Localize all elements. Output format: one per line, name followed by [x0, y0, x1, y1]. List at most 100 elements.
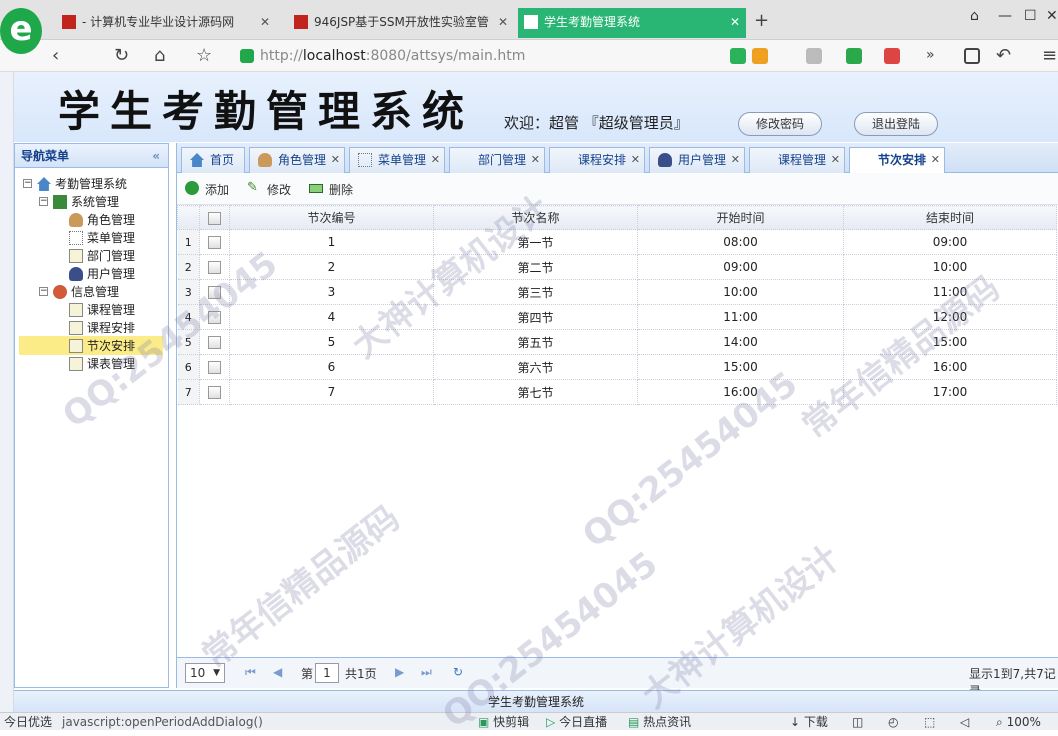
translate-icon[interactable] — [884, 48, 900, 64]
column-header[interactable]: 节次名称 — [433, 205, 638, 230]
prev-page-icon[interactable]: ◀ — [273, 665, 282, 679]
grid-icon[interactable] — [806, 48, 822, 64]
close-icon[interactable]: ✕ — [731, 148, 740, 172]
tree-node-label: 课程管理 — [87, 303, 136, 317]
star-icon[interactable]: ☆ — [196, 45, 212, 66]
sidebar-item-role[interactable]: 角色管理 — [69, 211, 135, 229]
row-checkbox[interactable] — [208, 336, 221, 349]
sidebar-item-menu[interactable]: 菜单管理 — [69, 229, 135, 247]
collapse-icon[interactable]: « — [152, 144, 160, 168]
table-row[interactable]: 7 7 第七节 16:00 17:00 — [177, 379, 1057, 405]
browser-tab-2[interactable]: 946JSP基于SSM开放性实验室管 ✕ — [288, 8, 514, 38]
column-header[interactable]: 结束时间 — [843, 205, 1057, 230]
table-row[interactable]: 5 5 第五节 14:00 15:00 — [177, 329, 1057, 355]
tab-role[interactable]: 角色管理 ✕ — [249, 147, 345, 173]
column-header[interactable]: 节次编号 — [229, 205, 434, 230]
window-icon[interactable]: ◫ — [852, 713, 863, 731]
tab-period[interactable]: 节次安排 ✕ — [849, 147, 945, 174]
zoom-indicator[interactable]: ⌕ 100% — [996, 713, 1041, 731]
table-row[interactable]: 4 4 第四节 11:00 12:00 — [177, 304, 1057, 330]
undo-icon[interactable]: ↶ — [996, 45, 1011, 66]
user-icon — [658, 153, 672, 167]
close-icon[interactable]: ✕ — [260, 8, 270, 36]
maximize-icon[interactable]: ☐ — [1024, 8, 1037, 24]
status-item-download[interactable]: ↓ 下载 — [790, 713, 828, 731]
new-tab-plus-icon[interactable]: + — [754, 10, 769, 31]
row-checkbox[interactable] — [208, 386, 221, 399]
close-icon[interactable]: ✕ — [531, 148, 540, 172]
status-item-news[interactable]: ▤ 热点资讯 — [628, 713, 691, 731]
row-checkbox[interactable] — [208, 311, 221, 324]
page-number-input[interactable]: 1 — [315, 663, 339, 683]
delete-button[interactable]: 删除 — [309, 181, 353, 198]
close-icon[interactable]: ✕ — [631, 148, 640, 172]
browser-tab-active[interactable]: 学生考勤管理系统 ✕ — [518, 8, 746, 38]
sidebar-item-period[interactable]: 节次安排 — [69, 337, 135, 355]
extension-icon[interactable] — [730, 48, 746, 64]
minimize-icon[interactable]: — — [998, 8, 1012, 24]
status-left-text[interactable]: 今日优选 — [4, 713, 52, 731]
reload-icon[interactable]: ↻ — [114, 45, 129, 66]
tab-course[interactable]: 课程管理 ✕ — [749, 147, 845, 173]
logout-button[interactable]: 退出登陆 — [854, 112, 938, 136]
first-page-icon[interactable]: ⏮ — [245, 665, 256, 680]
close-icon[interactable]: ✕ — [931, 148, 940, 172]
tablet-icon[interactable] — [964, 48, 980, 64]
next-page-icon[interactable]: ▶ — [395, 665, 404, 679]
expand-toggle-icon[interactable]: − — [23, 179, 32, 188]
screenshot-icon[interactable]: ⬚ — [924, 713, 935, 731]
column-header[interactable]: 开始时间 — [637, 205, 844, 230]
row-checkbox[interactable] — [208, 261, 221, 274]
sidebar-item-timetable[interactable]: 课表管理 — [69, 355, 135, 373]
lightning-icon[interactable] — [752, 48, 768, 64]
menu-icon[interactable]: ≡ — [1042, 45, 1057, 66]
refresh-icon[interactable]: ↻ — [453, 665, 463, 679]
sidebar-item-dept[interactable]: 部门管理 — [69, 247, 135, 265]
home-icon[interactable]: ⌂ — [154, 45, 165, 66]
sidebar-item-course[interactable]: 课程管理 — [69, 301, 135, 319]
sidebar-item-schedule[interactable]: 课程安排 — [69, 319, 135, 337]
tree-group-system[interactable]: − 系统管理 — [39, 193, 119, 211]
tree-group-info[interactable]: − 信息管理 — [39, 283, 119, 301]
tab-home[interactable]: 首页 — [181, 147, 245, 173]
url-input[interactable]: http://localhost:8080/attsys/main.htm — [240, 45, 710, 67]
browser-tab-1[interactable]: - 计算机专业毕业设计源码网 ✕ — [56, 8, 276, 38]
tab-menu[interactable]: 菜单管理 ✕ — [349, 147, 445, 173]
tree-root[interactable]: − 考勤管理系统 — [23, 175, 127, 193]
close-icon[interactable]: ✕ — [831, 148, 840, 172]
tab-dept[interactable]: 部门管理 ✕ — [449, 147, 545, 173]
table-row[interactable]: 2 2 第二节 09:00 10:00 — [177, 254, 1057, 280]
row-number: 7 — [177, 379, 200, 405]
history-icon[interactable]: ◴ — [888, 713, 898, 731]
money-icon[interactable] — [846, 48, 862, 64]
expand-toggle-icon[interactable]: − — [39, 287, 48, 296]
table-row[interactable]: 3 3 第三节 10:00 11:00 — [177, 279, 1057, 305]
back-icon[interactable]: ‹ — [52, 45, 59, 66]
row-checkbox[interactable] — [208, 286, 221, 299]
page-size-select[interactable]: 10 ▼ — [185, 663, 225, 683]
table-row[interactable]: 1 1 第一节 08:00 09:00 — [177, 229, 1057, 255]
tab-schedule[interactable]: 课程安排 ✕ — [549, 147, 645, 173]
add-button[interactable]: 添加 — [185, 181, 229, 198]
table-cell: 7 — [229, 379, 434, 405]
edit-button[interactable]: ✎ 修改 — [247, 181, 291, 198]
close-icon[interactable]: ✕ — [498, 8, 508, 36]
close-window-icon[interactable]: ✕ — [1046, 8, 1058, 24]
sound-icon[interactable]: ◁ — [960, 713, 969, 731]
close-icon[interactable]: ✕ — [331, 148, 340, 172]
tab-user[interactable]: 用户管理 ✕ — [649, 147, 745, 173]
status-item-clip[interactable]: ▣ 快剪辑 — [478, 713, 529, 731]
sidebar-item-user[interactable]: 用户管理 — [69, 265, 135, 283]
last-page-icon[interactable]: ⏭ — [421, 665, 432, 680]
status-item-live[interactable]: ▷ 今日直播 — [546, 713, 607, 731]
close-icon[interactable]: ✕ — [730, 8, 740, 36]
more-icon[interactable]: » — [926, 47, 935, 63]
change-password-button[interactable]: 修改密码 — [738, 112, 822, 136]
expand-toggle-icon[interactable]: − — [39, 197, 48, 206]
close-icon[interactable]: ✕ — [431, 148, 440, 172]
row-checkbox[interactable] — [208, 361, 221, 374]
select-all-checkbox[interactable] — [208, 211, 221, 225]
row-checkbox[interactable] — [208, 236, 221, 249]
table-row[interactable]: 6 6 第六节 15:00 16:00 — [177, 354, 1057, 380]
window-skin-icon[interactable]: ⌂ — [970, 8, 979, 24]
